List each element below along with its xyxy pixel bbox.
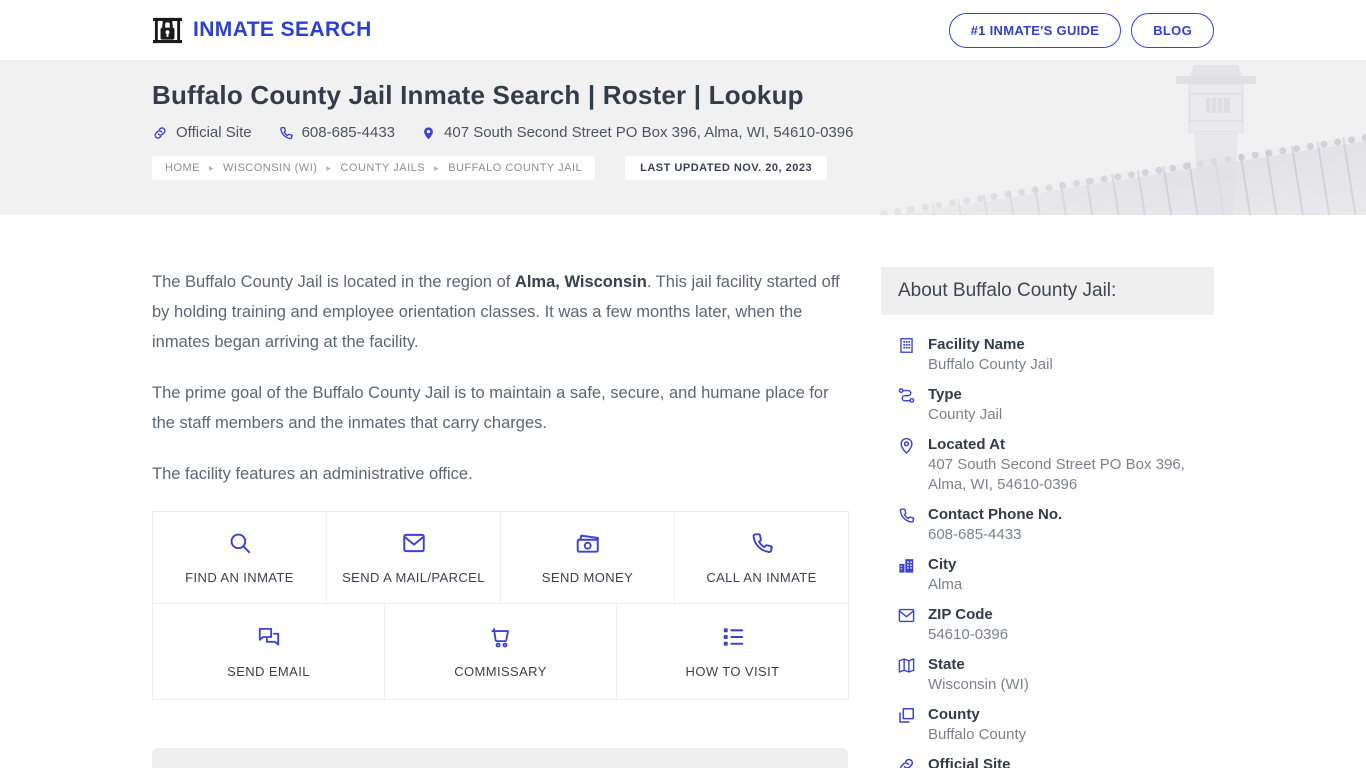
map-pin-icon	[897, 436, 916, 495]
breadcrumb-separator-icon: ▸	[434, 162, 440, 173]
item-label: Facility Name	[928, 336, 1025, 353]
item-value: 608-685-4433	[928, 526, 1022, 543]
official-site-label: Official Site	[176, 124, 252, 141]
official-site-link[interactable]: Official Site	[152, 124, 252, 141]
facility-description: The Buffalo County Jail is located in th…	[152, 267, 849, 768]
facility-type-item: Type County Jail	[897, 384, 1198, 425]
find-an-inmate-tile[interactable]: FIND AN INMATE	[152, 511, 327, 604]
item-value: Wisconsin (WI)	[928, 676, 1029, 693]
blog-button[interactable]: BLOG	[1131, 12, 1214, 48]
city-icon	[897, 556, 916, 595]
phone-icon	[897, 506, 916, 545]
facility-name-item: Facility Name Buffalo County Jail	[897, 334, 1198, 375]
brand-logo[interactable]: INMATE SEARCH	[152, 15, 372, 46]
facility-address: 407 South Second Street PO Box 396, Alma…	[421, 124, 853, 141]
next-section-placeholder	[152, 748, 848, 768]
tile-label: SEND EMAIL	[227, 664, 310, 679]
brand-name: INMATE SEARCH	[193, 18, 372, 41]
located-at-item: Located At 407 South Second Street PO Bo…	[897, 434, 1198, 495]
link-icon	[897, 756, 916, 768]
call-an-inmate-tile[interactable]: CALL AN INMATE	[674, 511, 849, 604]
tile-label: CALL AN INMATE	[706, 570, 817, 585]
send-mail-parcel-tile[interactable]: SEND A MAIL/PARCEL	[326, 511, 501, 604]
action-tiles-row-2: SEND EMAIL COMMISSARY HOW TO VISIT	[152, 603, 849, 700]
envelope-icon	[897, 606, 916, 645]
action-tiles-row-1: FIND AN INMATE SEND A MAIL/PARCEL SEND M…	[152, 511, 849, 604]
route-icon	[897, 386, 916, 425]
item-label: Located At	[928, 436, 1005, 453]
phone-icon	[278, 125, 294, 141]
item-label: Type	[928, 386, 962, 403]
facility-quick-info: Official Site 608-685-4433 407 South Sec…	[152, 124, 1214, 141]
jail-lock-logo-icon	[152, 15, 183, 46]
tile-label: COMMISSARY	[454, 664, 547, 679]
facility-address-text: 407 South Second Street PO Box 396, Alma…	[444, 124, 854, 141]
description-paragraph-1: The Buffalo County Jail is located in th…	[152, 273, 840, 351]
last-updated-badge: LAST UPDATED NOV. 20, 2023	[625, 156, 828, 180]
tile-label: HOW TO VISIT	[685, 664, 780, 679]
item-label: ZIP Code	[928, 606, 993, 623]
breadcrumb-separator-icon: ▸	[209, 162, 215, 173]
item-label: State	[928, 656, 965, 673]
site-header: INMATE SEARCH #1 INMATE'S GUIDE BLOG	[0, 0, 1366, 61]
breadcrumb-county-jails[interactable]: COUNTY JAILS	[340, 162, 425, 174]
building-icon	[897, 336, 916, 375]
breadcrumb-home[interactable]: HOME	[165, 162, 200, 174]
item-value: Alma	[928, 576, 963, 593]
commissary-tile[interactable]: COMMISSARY	[384, 603, 617, 700]
checklist-icon	[720, 624, 746, 650]
breadcrumb: HOME ▸ WISCONSIN (WI) ▸ COUNTY JAILS ▸ B…	[152, 156, 596, 180]
state-item: State Wisconsin (WI)	[897, 654, 1198, 695]
tile-label: SEND MONEY	[541, 570, 634, 585]
how-to-visit-tile[interactable]: HOW TO VISIT	[616, 603, 849, 700]
county-icon	[897, 706, 916, 745]
facility-location-bold: Alma, Wisconsin	[514, 273, 647, 291]
item-label: City	[928, 556, 957, 573]
inmates-guide-button[interactable]: #1 INMATE'S GUIDE	[948, 12, 1122, 48]
send-email-tile[interactable]: SEND EMAIL	[152, 603, 385, 700]
item-value: County Jail	[928, 406, 1003, 423]
city-item: City Alma	[897, 554, 1198, 595]
item-value: Buffalo County Jail	[928, 356, 1053, 373]
sidebar-title: About Buffalo County Jail:	[881, 267, 1214, 315]
map-icon	[897, 656, 916, 695]
money-icon	[575, 530, 601, 556]
item-label: Contact Phone No.	[928, 506, 1063, 523]
breadcrumb-current-page[interactable]: BUFFALO COUNTY JAIL	[448, 162, 582, 174]
tile-label: SEND A MAIL/PARCEL	[342, 570, 485, 585]
page-title: Buffalo County Jail Inmate Search | Rost…	[152, 80, 804, 110]
breadcrumb-separator-icon: ▸	[326, 162, 332, 173]
chat-icon	[256, 624, 282, 650]
item-label: Official Site	[928, 756, 1011, 768]
item-value: 54610-0396	[928, 626, 1009, 643]
contact-phone-item: Contact Phone No. 608-685-4433	[897, 504, 1198, 545]
mail-icon	[401, 530, 427, 556]
send-money-tile[interactable]: SEND MONEY	[500, 511, 675, 604]
item-value: Buffalo County	[928, 726, 1027, 743]
official-site-item: Official Site	[897, 754, 1198, 768]
hero-banner: Buffalo County Jail Inmate Search | Rost…	[0, 61, 1366, 215]
county-item: County Buffalo County	[897, 704, 1198, 745]
tile-label: FIND AN INMATE	[185, 570, 294, 585]
facility-phone-link[interactable]: 608-685-4433	[278, 124, 395, 141]
description-paragraph-3: The facility features an administrative …	[152, 465, 473, 483]
link-icon	[152, 125, 168, 141]
phone-icon	[749, 530, 775, 556]
zip-code-item: ZIP Code 54610-0396	[897, 604, 1198, 645]
item-label: County	[928, 706, 980, 723]
map-pin-icon	[421, 125, 436, 141]
search-icon	[227, 530, 253, 556]
item-value: 407 South Second Street PO Box 396, Alma…	[928, 456, 1185, 493]
facility-phone-number: 608-685-4433	[301, 124, 396, 141]
cart-icon	[488, 624, 514, 650]
about-facility-sidebar: About Buffalo County Jail: Facility Name…	[881, 267, 1214, 768]
description-paragraph-2: The prime goal of the Buffalo County Jai…	[152, 384, 829, 432]
breadcrumb-state[interactable]: WISCONSIN (WI)	[223, 162, 317, 174]
